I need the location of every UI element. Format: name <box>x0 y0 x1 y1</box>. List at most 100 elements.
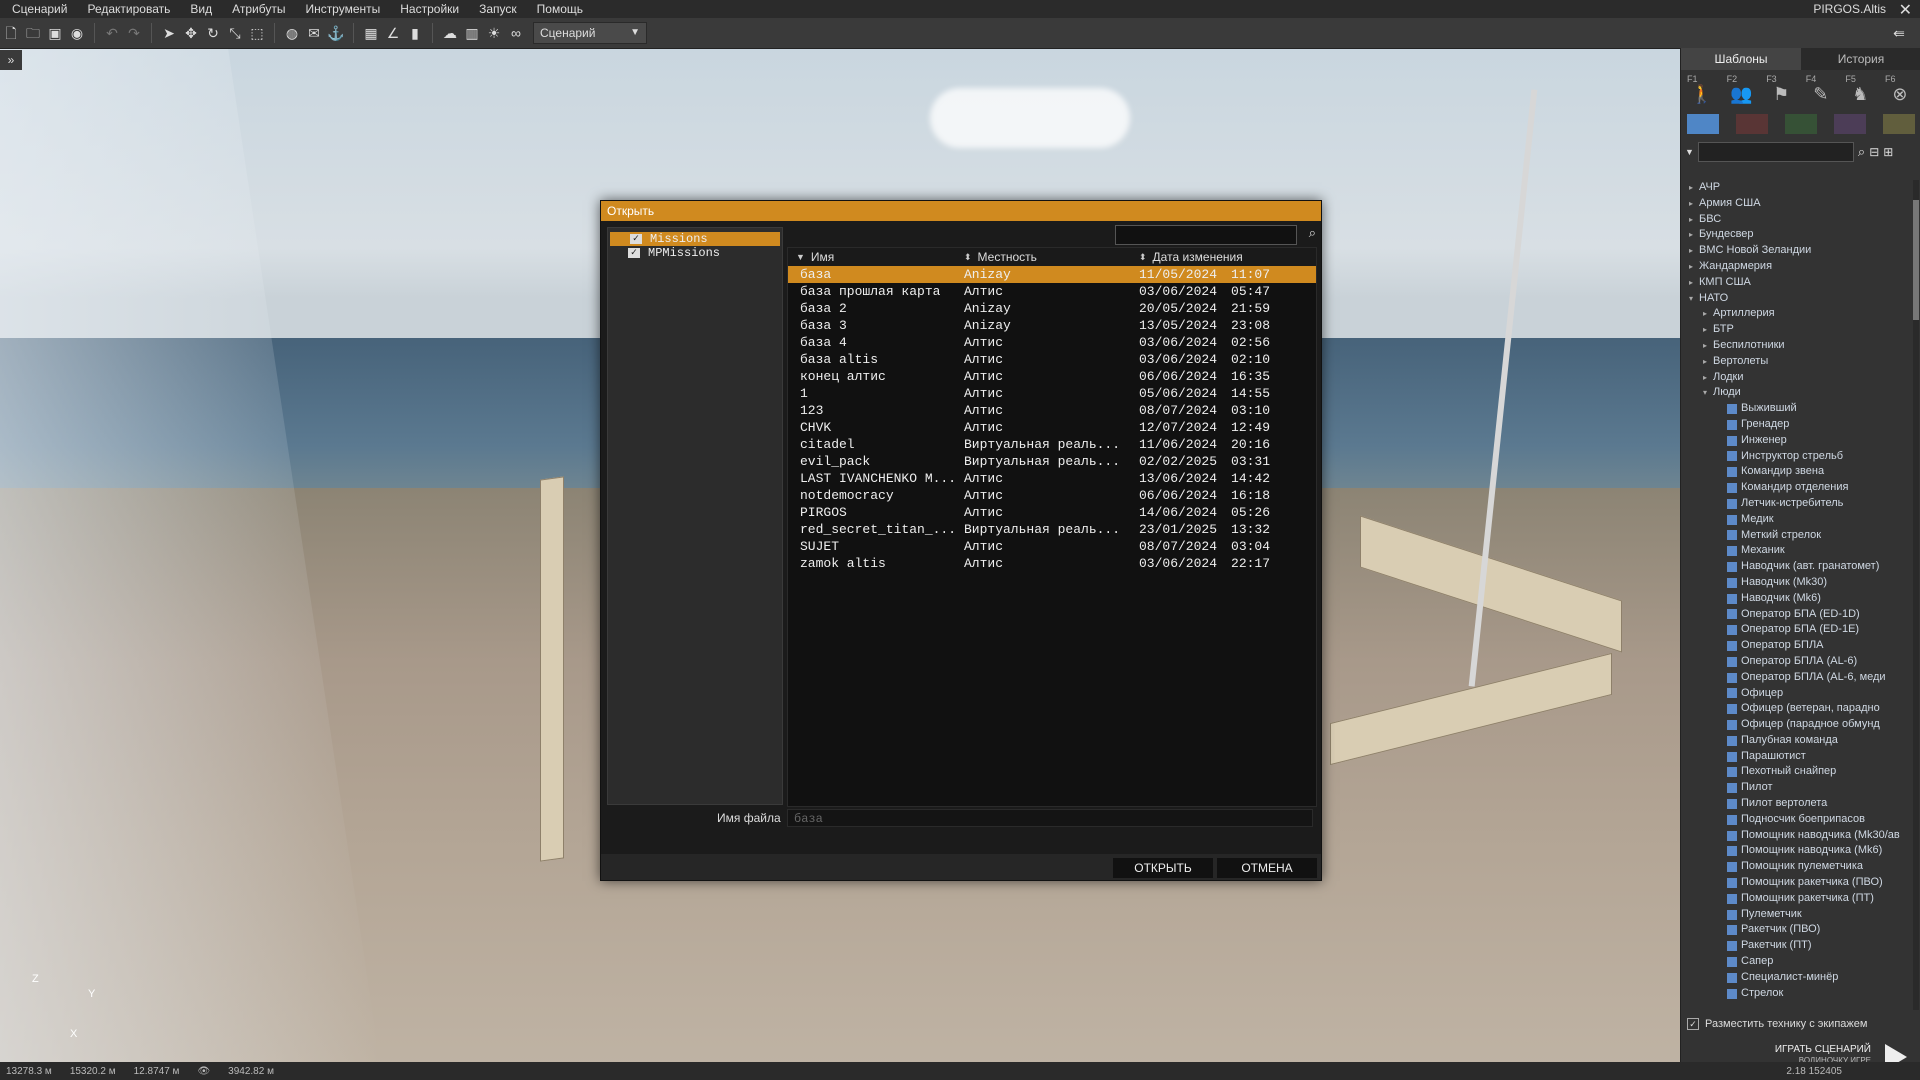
expand-arrow-icon[interactable]: ▸ <box>1689 212 1699 228</box>
file-row[interactable]: red_secret_titan_... Виртуальная реаль...… <box>788 521 1316 538</box>
globe-icon[interactable]: ◍ <box>283 24 301 42</box>
tree-item[interactable]: Офицер (парадное обмунд <box>1681 717 1909 733</box>
tree-item[interactable]: Пилот вертолета <box>1681 796 1909 812</box>
tree-item[interactable]: Палубная команда <box>1681 733 1909 749</box>
tree-item[interactable]: ▸ БТР <box>1681 322 1909 338</box>
menu-tools[interactable]: Инструменты <box>295 2 390 16</box>
file-row[interactable]: evil_pack Виртуальная реаль... 02/02/2025 0… <box>788 453 1316 470</box>
search-icon[interactable]: ⌕ <box>1858 144 1865 160</box>
tree-item[interactable]: Командир отделения <box>1681 480 1909 496</box>
marker-icon[interactable]: ⊗ <box>1885 84 1915 110</box>
checkbox[interactable]: ✓ <box>1687 1018 1699 1030</box>
rotate-icon[interactable]: ↻ <box>204 24 222 42</box>
file-row[interactable]: база 3 Anizay 13/05/2024 23:08 <box>788 317 1316 334</box>
tree-item[interactable]: ▸ Артиллерия <box>1681 306 1909 322</box>
expand-arrow-icon[interactable]: ▸ <box>1703 338 1713 354</box>
crew-checkbox-row[interactable]: ✓ Разместить технику с экипажем <box>1687 1018 1867 1030</box>
flag-icon[interactable]: ⚑ <box>1766 84 1796 110</box>
anchor-icon[interactable]: ⚓ <box>327 24 345 42</box>
tree-item[interactable]: Инструктор стрельб <box>1681 449 1909 465</box>
menu-attributes[interactable]: Атрибуты <box>222 2 295 16</box>
binoculars-icon[interactable]: ∞ <box>507 24 525 42</box>
weather-icon[interactable]: ☁ <box>441 24 459 42</box>
collapse-all-icon[interactable]: ⊟ <box>1869 145 1879 159</box>
map-icon[interactable]: ✉ <box>305 24 323 42</box>
search-icon[interactable]: ⌕ <box>1309 225 1316 241</box>
tree-item[interactable]: Командир звена <box>1681 464 1909 480</box>
tree-item[interactable]: Ракетчик (ПВО) <box>1681 922 1909 938</box>
tree-item[interactable]: Наводчик (авт. гранатомет) <box>1681 559 1909 575</box>
tree-item[interactable]: Оператор БПЛА <box>1681 638 1909 654</box>
asset-search-input[interactable] <box>1697 142 1854 162</box>
file-row[interactable]: база прошлая карта Алтис 03/06/2024 05:47 <box>788 283 1316 300</box>
open-button[interactable]: ОТКРЫТЬ <box>1113 858 1213 878</box>
expand-arrow-icon[interactable]: ▸ <box>1689 196 1699 212</box>
tab-templates[interactable]: Шаблоны <box>1681 48 1801 70</box>
expand-arrow-icon[interactable]: ▸ <box>1689 180 1699 196</box>
scrollbar-thumb[interactable] <box>1913 200 1919 320</box>
tree-item[interactable]: Оператор БПЛА (AL-6, меди <box>1681 670 1909 686</box>
tree-item[interactable]: Помощник наводчика (Mk6) <box>1681 843 1909 859</box>
menu-launch[interactable]: Запуск <box>469 2 527 16</box>
tree-item[interactable]: Оператор БПЛА (AL-6) <box>1681 654 1909 670</box>
tree-item[interactable]: Специалист-минёр <box>1681 970 1909 986</box>
tree-item[interactable]: Ракетчик (ПТ) <box>1681 938 1909 954</box>
menu-settings[interactable]: Настройки <box>390 2 469 16</box>
new-file-icon[interactable]: 🗋 <box>2 24 20 42</box>
tree-item[interactable]: ▾ Люди <box>1681 385 1909 401</box>
tree-item[interactable]: Помощник ракетчика (ПТ) <box>1681 891 1909 907</box>
file-row[interactable]: zamok altis Алтис 03/06/2024 22:17 <box>788 555 1316 572</box>
side-empty-swatch[interactable] <box>1883 114 1915 134</box>
folder-item-missions[interactable]: ✓ Missions <box>610 232 780 246</box>
select-icon[interactable]: ➤ <box>160 24 178 42</box>
tree-item[interactable]: ▸ ВМС Новой Зеландии <box>1681 243 1909 259</box>
tree-item[interactable]: ▸ Жандармерия <box>1681 259 1909 275</box>
file-row[interactable]: citadel Виртуальная реаль... 11/06/2024 20:… <box>788 436 1316 453</box>
expand-arrow-icon[interactable]: ▸ <box>1689 275 1699 291</box>
expand-arrow-icon[interactable]: ▸ <box>1689 227 1699 243</box>
column-header-terrain[interactable]: ⬍ Местность <box>964 248 1139 266</box>
tree-item[interactable]: Пилот <box>1681 780 1909 796</box>
tree-item[interactable]: ▸ Армия США <box>1681 196 1909 212</box>
side-civ-swatch[interactable] <box>1834 114 1866 134</box>
undo-icon[interactable]: ↶ <box>103 24 121 42</box>
tree-item[interactable]: Летчик-истребитель <box>1681 496 1909 512</box>
tree-item[interactable]: ▸ Бундесвер <box>1681 227 1909 243</box>
mode-dropdown[interactable]: Сценарий ▼ <box>533 22 647 44</box>
expand-left-panel-button[interactable]: » <box>0 50 22 70</box>
expand-arrow-icon[interactable]: ▾ <box>1689 291 1699 307</box>
waypoint-icon[interactable]: ✎ <box>1806 84 1836 110</box>
tree-item[interactable]: Сапер <box>1681 954 1909 970</box>
angle-icon[interactable]: ∠ <box>384 24 402 42</box>
tree-item[interactable]: Наводчик (Mk6) <box>1681 591 1909 607</box>
menu-help[interactable]: Помощь <box>527 2 593 16</box>
tree-item[interactable]: ▸ КМП США <box>1681 275 1909 291</box>
expand-arrow-icon[interactable]: ▾ <box>1703 385 1713 401</box>
move-icon[interactable]: ✥ <box>182 24 200 42</box>
module-icon[interactable]: ♞ <box>1845 84 1875 110</box>
tree-item[interactable]: ▸ Беспилотники <box>1681 338 1909 354</box>
expand-arrow-icon[interactable]: ▸ <box>1689 259 1699 275</box>
menu-view[interactable]: Вид <box>180 2 222 16</box>
file-row[interactable]: база altis Алтис 03/06/2024 02:10 <box>788 351 1316 368</box>
publish-icon[interactable]: ◉ <box>68 24 86 42</box>
tree-item[interactable]: ▸ АЧР <box>1681 180 1909 196</box>
tree-item[interactable]: Наводчик (Mk30) <box>1681 575 1909 591</box>
tree-item[interactable]: Медик <box>1681 512 1909 528</box>
tree-item[interactable]: ▾ НАТО <box>1681 291 1909 307</box>
tree-item[interactable]: Пулеметчик <box>1681 907 1909 923</box>
open-folder-icon[interactable]: 🗀 <box>24 24 42 42</box>
folder-item-mpmissions[interactable]: ✓ MPMissions <box>608 246 782 260</box>
file-row[interactable]: база Anizay 11/05/2024 11:07 <box>788 266 1316 283</box>
chevron-down-icon[interactable]: ▼ <box>1685 147 1694 157</box>
file-row[interactable]: notdemocracy Алтис 06/06/2024 16:18 <box>788 487 1316 504</box>
tree-item[interactable]: Выживший <box>1681 401 1909 417</box>
tree-item[interactable]: Офицер <box>1681 686 1909 702</box>
expand-arrow-icon[interactable]: ▸ <box>1703 322 1713 338</box>
side-opfor-swatch[interactable] <box>1736 114 1768 134</box>
side-indfor-swatch[interactable] <box>1785 114 1817 134</box>
tree-item[interactable]: Подносчик боеприпасов <box>1681 812 1909 828</box>
time-icon[interactable]: ☀ <box>485 24 503 42</box>
tree-item[interactable]: ▸ Вертолеты <box>1681 354 1909 370</box>
file-row[interactable]: база 2 Anizay 20/05/2024 21:59 <box>788 300 1316 317</box>
